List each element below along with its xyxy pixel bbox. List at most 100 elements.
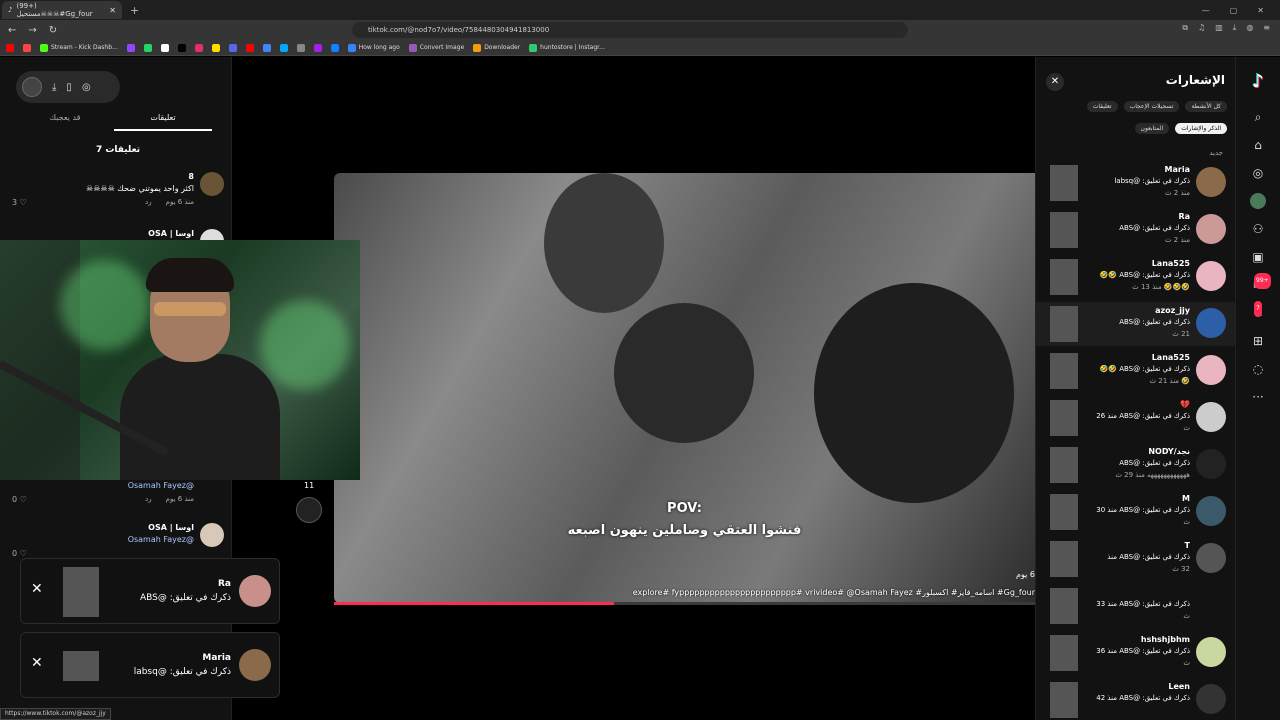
close-icon[interactable]: ✕ (31, 655, 43, 671)
notification-item[interactable]: 💔 ذكرك في تعليق: @ABS منذ 26 ث (1036, 396, 1235, 440)
url-input[interactable]: tiktok.com/@nod7o7/video/758448030494181… (352, 22, 908, 38)
browser-tab[interactable]: ♪ (99+) مستحيل☠☠☠#Gg_four ✕ (2, 1, 122, 19)
notification-thumbnail[interactable] (1050, 682, 1078, 718)
notification-thumbnail[interactable] (1050, 635, 1078, 671)
bookmark-item[interactable] (211, 43, 220, 52)
back-arrow-icon[interactable]: ← (8, 25, 16, 36)
notification-name[interactable]: hshshjbhm (1141, 635, 1190, 644)
forward-arrow-icon[interactable]: → (28, 25, 36, 36)
bookmark-item[interactable] (330, 43, 339, 52)
bookmark-item[interactable] (160, 43, 169, 52)
bookmark-item[interactable] (143, 43, 152, 52)
notification-thumbnail[interactable] (1050, 165, 1078, 201)
bookmark-item[interactable] (126, 43, 135, 52)
notification-item[interactable]: hshshjbhm ذكرك في تعليق: @ABS منذ 36 ث (1036, 631, 1235, 675)
messages-icon[interactable]: ✉99+ (1250, 273, 1271, 293)
activity-icon[interactable]: ◌ (1250, 361, 1266, 377)
comment-mention[interactable]: @Osamah Fayez (128, 481, 194, 490)
notification-avatar[interactable] (1196, 308, 1226, 338)
notification-avatar[interactable] (1196, 355, 1226, 385)
notification-name[interactable]: 💔 (1180, 400, 1190, 409)
live-icon[interactable]: ▣ (1250, 249, 1266, 265)
reload-icon[interactable]: ↻ (49, 25, 57, 36)
notification-name[interactable]: Lana525 (1152, 259, 1190, 268)
notification-avatar[interactable] (1196, 449, 1226, 479)
commenter-avatar[interactable] (200, 172, 224, 196)
notification-thumbnail[interactable] (1050, 259, 1078, 295)
notification-avatar[interactable] (1196, 637, 1226, 667)
filter-chip[interactable]: الذكر والإشارات (1175, 123, 1227, 134)
bookmark-item[interactable] (313, 43, 322, 52)
notification-avatar[interactable] (1196, 261, 1226, 291)
commenter-name[interactable]: 8 (188, 172, 194, 181)
filter-chip[interactable]: المتابعون (1134, 123, 1170, 134)
notification-item[interactable]: T ذكرك في تعليق: @ABS منذ 32 ث (1036, 537, 1235, 581)
bookmark-item[interactable] (23, 43, 31, 52)
notification-name[interactable]: Lana525 (1152, 353, 1190, 362)
notification-thumbnail[interactable] (1050, 588, 1078, 624)
notification-item[interactable]: Lana525 ذكرك في تعليق: @ABS 🤣🤣 🤣 منذ 21 ث (1036, 349, 1235, 393)
notification-item[interactable]: Leen ذكرك في تعليق: @ABS منذ 42 (1036, 678, 1235, 720)
bookmark-item[interactable] (177, 43, 186, 52)
filter-chip[interactable]: تعليقات (1086, 101, 1118, 112)
profile-icon[interactable]: ◍ (1246, 23, 1253, 33)
bookmark-item[interactable]: How long ago (347, 43, 400, 52)
toast-notification[interactable]: Ra ذكرك في تعليق: @ABS ✕ (20, 558, 280, 624)
tiktok-logo-icon[interactable]: ♪ (1248, 71, 1268, 93)
bookmark-item[interactable] (194, 43, 203, 52)
minimize-icon[interactable]: — (1202, 6, 1210, 15)
notification-avatar[interactable] (1196, 543, 1226, 573)
close-tab-icon[interactable]: ✕ (109, 6, 116, 15)
video-progress-bar[interactable] (334, 602, 1035, 605)
notification-thumbnail[interactable] (1050, 306, 1078, 342)
bookmark-item[interactable]: Convert Image (408, 43, 464, 52)
bookmark-item[interactable]: Stream - Kick Dashb... (40, 43, 118, 52)
following-icon[interactable]: ⚇ (1250, 221, 1266, 237)
notification-name[interactable]: Ra (1178, 212, 1190, 221)
notification-name[interactable]: M (1182, 494, 1190, 503)
close-window-icon[interactable]: ✕ (1257, 6, 1264, 15)
bookmark-item[interactable] (6, 43, 14, 52)
comment-mention[interactable]: @Osamah Fayez (128, 535, 194, 544)
notification-item[interactable]: Maria ذكرك في تعليق: @labsq منذ 2 ث (1036, 161, 1235, 205)
notification-thumbnail[interactable] (1050, 494, 1078, 530)
notification-avatar[interactable] (1196, 167, 1226, 197)
notification-item[interactable]: Lana525 ذكرك في تعليق: @ABS 🤣🤣 🤣🤣🤣 منذ 13 … (1036, 255, 1235, 299)
bookmark-item[interactable] (296, 43, 305, 52)
music-icon[interactable]: ♫ (1198, 23, 1205, 33)
extension-icon[interactable]: ⧉ (1182, 23, 1188, 33)
maximize-icon[interactable]: ▢ (1230, 6, 1238, 15)
notification-thumbnail[interactable] (1050, 212, 1078, 248)
notification-avatar[interactable] (1196, 496, 1226, 526)
creator-avatar[interactable] (22, 77, 42, 97)
new-tab-button[interactable]: + (130, 4, 139, 17)
notification-avatar[interactable] (1196, 590, 1226, 620)
side-avatar[interactable] (296, 497, 322, 523)
commenter-name[interactable]: اوسا | OSA (148, 229, 194, 238)
comment-likes[interactable]: 3 ♡ (12, 198, 27, 207)
home-icon[interactable]: ⌂ (1250, 137, 1266, 153)
bookmark-item[interactable] (262, 43, 271, 52)
filter-chip[interactable]: كل الأنشطة (1185, 101, 1227, 112)
notification-item[interactable]: نجد/NODY ذكرك في تعليق: @ABS ههههههههههههه… (1036, 443, 1235, 487)
search-icon[interactable]: ⌕ (1250, 109, 1266, 125)
close-icon[interactable]: ✕ (31, 581, 43, 597)
notification-item[interactable]: ذكرك في تعليق: @ABS منذ 33 ث (1036, 584, 1235, 628)
menu-icon[interactable]: ≡ (1263, 23, 1270, 33)
notification-name[interactable]: نجد/NODY (1148, 447, 1190, 456)
notification-item[interactable]: Ra ذكرك في تعليق: @ABS منذ 2 ث (1036, 208, 1235, 252)
reply-button[interactable]: رد (145, 198, 152, 206)
upload-icon[interactable]: ⊞ (1250, 333, 1266, 349)
notification-item[interactable]: M ذكرك في تعليق: @ABS منذ 30 ث (1036, 490, 1235, 534)
bookmark-item[interactable] (279, 43, 288, 52)
more-icon[interactable]: ··· (1250, 389, 1266, 405)
download-icon[interactable]: ⤓ (1233, 23, 1237, 33)
sidebar-icon[interactable]: ▥ (1215, 23, 1223, 33)
notification-thumbnail[interactable] (1050, 447, 1078, 483)
close-icon[interactable]: ✕ (1046, 73, 1064, 91)
download-icon[interactable]: ⤓ (52, 82, 56, 93)
bookmark-item[interactable]: huntostore | Instagr... (529, 43, 605, 52)
notification-thumbnail[interactable] (1050, 353, 1078, 389)
tab-you-may-like[interactable]: قد يعجبك (16, 109, 114, 131)
notification-thumbnail[interactable] (1050, 400, 1078, 436)
